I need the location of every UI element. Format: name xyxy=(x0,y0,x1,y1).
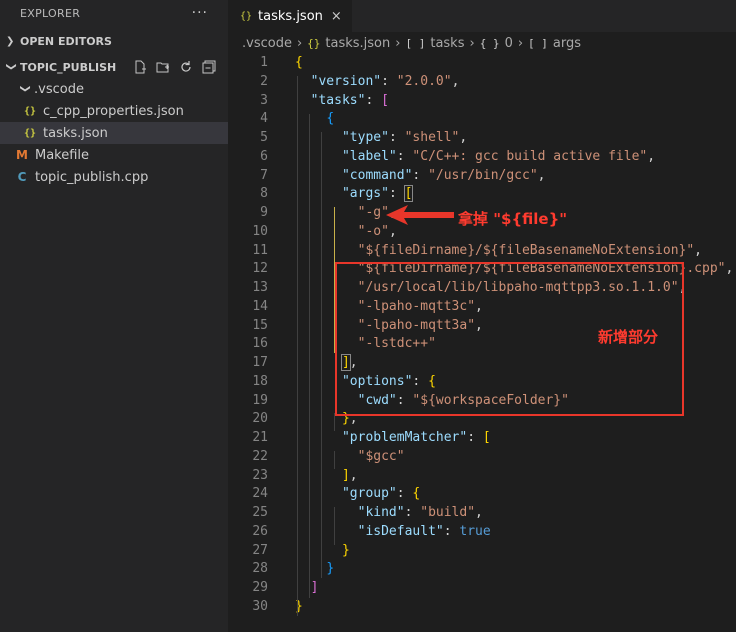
code-line: 3 "tasks": [ xyxy=(260,92,389,108)
indent-guide xyxy=(334,451,335,469)
code-line: 22 "$gcc" xyxy=(252,448,405,464)
code-line: 21 "problemMatcher": [ xyxy=(252,430,491,445)
json-file-icon: {} xyxy=(307,36,321,50)
tree-item-c-cpp-properties[interactable]: {} c_cpp_properties.json xyxy=(0,100,228,122)
chevron-right-icon: › xyxy=(469,35,475,51)
array-icon: [ ] xyxy=(405,36,426,50)
indent-guide xyxy=(309,114,310,598)
more-actions-icon[interactable]: ··· xyxy=(192,5,208,21)
tab-tasks-json[interactable]: {} tasks.json × xyxy=(228,0,352,32)
object-icon: { } xyxy=(479,36,500,50)
code-line: 7 "command": "/usr/bin/gcc", xyxy=(260,167,546,183)
chevron-right-icon: › xyxy=(296,35,303,51)
code-line: 24 "group": { xyxy=(252,486,421,502)
tab-bar: {} tasks.json × xyxy=(228,0,736,32)
tab-label: tasks.json xyxy=(258,8,323,24)
tree-item-topic-publish-cpp[interactable]: C topic_publish.cpp xyxy=(0,166,228,188)
editor-area: {} tasks.json × .vscode › {} tasks.json … xyxy=(228,0,736,632)
tree-item-label: c_cpp_properties.json xyxy=(43,103,184,119)
code-line: 5 "type": "shell", xyxy=(260,130,468,145)
tree-item-label: tasks.json xyxy=(43,125,108,141)
json-file-icon: {} xyxy=(240,10,253,22)
json-file-icon: {} xyxy=(23,127,37,139)
breadcrumb-tasks[interactable]: tasks xyxy=(430,36,464,51)
code-line: 2 "version": "2.0.0", xyxy=(260,73,460,89)
open-editors-section[interactable]: ❯ OPEN EDITORS xyxy=(0,30,228,52)
tree-item-vscode[interactable]: ❯ .vscode xyxy=(0,78,228,100)
code-line: 28 } xyxy=(252,561,335,577)
tree-item-makefile[interactable]: M Makefile xyxy=(0,144,228,166)
breadcrumb-folder[interactable]: .vscode xyxy=(242,36,292,51)
code-line: 1{ xyxy=(260,55,303,70)
tree-item-label: Makefile xyxy=(35,147,90,163)
breadcrumb-file[interactable]: tasks.json xyxy=(325,36,390,51)
code-line: 23 ], xyxy=(252,467,358,483)
refresh-icon[interactable] xyxy=(179,60,193,74)
project-section[interactable]: ❯ TOPIC_PUBLISH xyxy=(0,56,228,78)
chevron-down-icon: ❯ xyxy=(5,62,17,71)
tree-item-tasks-json[interactable]: {} tasks.json xyxy=(0,122,228,144)
tree-item-label: topic_publish.cpp xyxy=(35,169,149,185)
makefile-icon: M xyxy=(16,148,28,162)
arrow-left-icon xyxy=(386,205,454,225)
close-icon[interactable]: × xyxy=(331,9,342,24)
explorer-sidebar: EXPLORER ··· ❯ OPEN EDITORS ❯ TOPIC_PUBL… xyxy=(0,0,228,632)
breadcrumb-args[interactable]: args xyxy=(553,36,581,51)
added-section-note: 新增部分 xyxy=(598,328,659,346)
code-line: 11 "${fileDirname}/${fileBasenameNoExten… xyxy=(252,242,702,258)
project-actions xyxy=(133,60,216,74)
code-editor[interactable]: 1{ 2 "version": "2.0.0", 3 "tasks": [ 4 … xyxy=(228,54,736,617)
code-line: 29 ] xyxy=(252,580,319,595)
code-line: 25 "kind": "build", xyxy=(252,505,483,520)
json-file-icon: {} xyxy=(23,105,37,117)
chevron-right-icon: › xyxy=(395,35,401,51)
indent-guide xyxy=(334,507,335,545)
array-icon: [ ] xyxy=(528,36,548,50)
new-folder-icon[interactable] xyxy=(156,60,170,74)
code-line: 26 "isDefault": true xyxy=(252,523,491,539)
collapse-all-icon[interactable] xyxy=(202,60,216,74)
indent-guide xyxy=(297,76,298,616)
remove-file-note: 拿掉 "${file}" xyxy=(458,210,568,228)
cpp-file-icon: C xyxy=(17,170,27,184)
chevron-down-icon: ❯ xyxy=(19,84,31,93)
breadcrumb-index[interactable]: 0 xyxy=(505,36,513,51)
chevron-right-icon: ❯ xyxy=(6,35,15,47)
breadcrumb: .vscode › {} tasks.json › [ ] tasks › { … xyxy=(228,32,736,54)
chevron-right-icon: › xyxy=(517,35,524,51)
project-label: TOPIC_PUBLISH xyxy=(20,60,117,74)
code-line: 4 { xyxy=(260,111,335,127)
code-line: 27 } xyxy=(252,542,350,558)
explorer-title: EXPLORER xyxy=(20,6,81,20)
tree-item-label: .vscode xyxy=(34,81,84,97)
explorer-header: EXPLORER ··· xyxy=(0,0,228,26)
new-file-icon[interactable] xyxy=(133,60,147,74)
open-editors-label: OPEN EDITORS xyxy=(20,34,112,48)
code-line: 30} xyxy=(252,598,303,614)
code-line: 8 "args": [ xyxy=(260,185,414,203)
indent-guide xyxy=(321,132,322,578)
code-line: 6 "label": "C/C++: gcc build active file… xyxy=(260,148,656,164)
